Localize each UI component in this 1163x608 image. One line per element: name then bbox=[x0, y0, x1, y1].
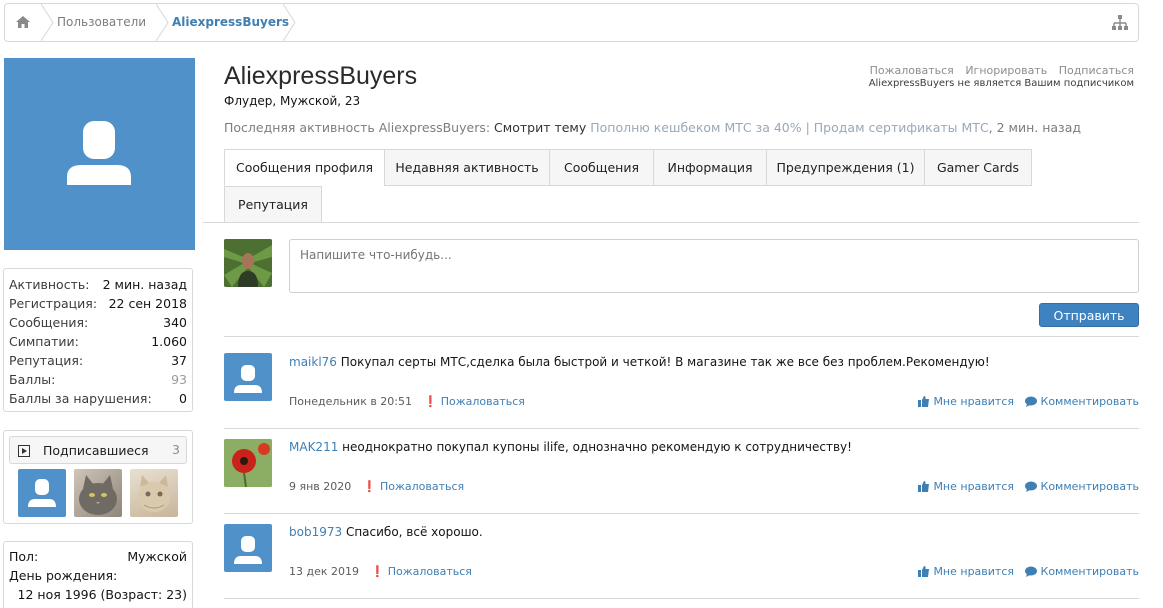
home-icon bbox=[16, 16, 30, 28]
divider bbox=[224, 598, 1139, 599]
message-actions: Мне нравится Комментировать bbox=[918, 395, 1139, 410]
message-actions: Мне нравится Комментировать bbox=[918, 480, 1139, 495]
tab-recent-activity[interactable]: Недавняя активность bbox=[384, 149, 550, 186]
profile-message: MAK211 неоднократно покупал купоны ilife… bbox=[289, 440, 852, 454]
info-birthday-label: День рождения: bbox=[9, 568, 118, 583]
info-birthday: 12 ноя 1996 (Возраст: 23) bbox=[17, 587, 187, 602]
breadcrumb-separator bbox=[283, 4, 297, 41]
current-user-avatar[interactable] bbox=[224, 239, 272, 287]
message-author-link[interactable]: bob1973 bbox=[289, 525, 342, 539]
profile-avatar[interactable] bbox=[4, 58, 195, 250]
subscriber-avatar[interactable] bbox=[18, 469, 66, 517]
message-author-avatar[interactable] bbox=[224, 439, 272, 487]
comment-link[interactable]: Комментировать bbox=[1024, 480, 1139, 495]
subscribers-count: 3 bbox=[172, 442, 180, 457]
stat-likes: Симпатии: 1.060 bbox=[9, 334, 187, 349]
stat-messages: Сообщения: 340 bbox=[9, 315, 187, 330]
report-message-link[interactable]: Пожаловаться bbox=[363, 480, 464, 493]
divider bbox=[224, 428, 1139, 429]
last-activity-thread-link[interactable]: Пополню кешбеком МТС за 40% | Продам сер… bbox=[590, 120, 988, 135]
profile-user-title: Флудер, Мужской, 23 bbox=[224, 94, 361, 108]
tab-gamer-cards[interactable]: Gamer Cards bbox=[924, 149, 1032, 186]
follow-link[interactable]: Подписаться bbox=[1059, 64, 1134, 77]
breadcrumb-separator bbox=[156, 4, 170, 41]
breadcrumb-users[interactable]: Пользователи bbox=[57, 4, 146, 41]
tabs-divider bbox=[203, 222, 1139, 223]
profile-message: maikl76 Покупал серты МТС,сделка была бы… bbox=[289, 355, 990, 369]
message-meta: 13 дек 2019 Пожаловаться bbox=[289, 565, 472, 578]
report-link[interactable]: Пожаловаться bbox=[870, 64, 954, 77]
message-author-link[interactable]: maikl76 bbox=[289, 355, 337, 369]
breadcrumb: Пользователи AliexpressBuyers bbox=[4, 3, 1139, 42]
breadcrumb-separator bbox=[41, 4, 55, 41]
sitemap-icon[interactable] bbox=[1112, 15, 1128, 33]
message-meta: Понедельник в 20:51 Пожаловаться bbox=[289, 395, 525, 408]
comment-link[interactable]: Комментировать bbox=[1024, 395, 1139, 410]
subscriber-avatar[interactable] bbox=[130, 469, 178, 517]
comment-link[interactable]: Комментировать bbox=[1024, 565, 1139, 580]
subscriber-avatar[interactable] bbox=[74, 469, 122, 517]
stat-reputation: Репутация: 37 bbox=[9, 353, 187, 368]
info-gender: Пол: Мужской bbox=[9, 549, 187, 564]
stat-activity: Активность: 2 мин. назад bbox=[9, 277, 187, 292]
profile-username: AliexpressBuyers bbox=[224, 62, 418, 90]
user-silhouette-icon bbox=[67, 121, 131, 185]
report-message-link[interactable]: Пожаловаться bbox=[371, 565, 472, 578]
comment-icon bbox=[1024, 566, 1037, 580]
subscribers-panel: Подписавшиеся 3 bbox=[3, 430, 193, 524]
breadcrumb-current[interactable]: AliexpressBuyers bbox=[172, 4, 289, 41]
profile-message: bob1973 Спасибо, всё хорошо. bbox=[289, 525, 483, 539]
subscribers-title: Подписавшиеся bbox=[43, 443, 149, 458]
tab-profile-posts[interactable]: Сообщения профиля bbox=[224, 149, 385, 186]
submit-post-button[interactable]: Отправить bbox=[1039, 303, 1139, 327]
tab-messages[interactable]: Сообщения bbox=[549, 149, 654, 186]
profile-info: Пол: Мужской День рождения: 12 ноя 1996 (… bbox=[3, 541, 193, 608]
stat-warning-points: Баллы за нарушения: 0 bbox=[9, 391, 187, 406]
profile-stats: Активность: 2 мин. назад Регистрация: 22 с… bbox=[3, 268, 193, 412]
last-activity: Последняя активность AliexpressBuyers: С… bbox=[224, 120, 1081, 135]
message-author-avatar[interactable] bbox=[224, 353, 272, 401]
status-post-input[interactable] bbox=[289, 239, 1139, 293]
divider bbox=[224, 513, 1139, 514]
report-message-link[interactable]: Пожаловаться bbox=[424, 395, 525, 408]
stat-registration: Регистрация: 22 сен 2018 bbox=[9, 296, 187, 311]
message-author-avatar[interactable] bbox=[224, 524, 272, 572]
like-link[interactable]: Мне нравится bbox=[918, 565, 1014, 578]
message-author-link[interactable]: MAK211 bbox=[289, 440, 338, 454]
breadcrumb-home[interactable] bbox=[5, 4, 41, 41]
stat-points: Баллы: 93 bbox=[9, 372, 187, 387]
like-link[interactable]: Мне нравится bbox=[918, 480, 1014, 493]
ignore-link[interactable]: Игнорировать bbox=[965, 64, 1047, 77]
tab-reputation[interactable]: Репутация bbox=[224, 186, 322, 223]
profile-actions: Пожаловаться Игнорировать Подписаться bbox=[862, 64, 1134, 77]
like-link[interactable]: Мне нравится bbox=[918, 395, 1014, 408]
comment-icon bbox=[1024, 481, 1037, 495]
tab-information[interactable]: Информация bbox=[653, 149, 767, 186]
tab-warnings[interactable]: Предупреждения (1) bbox=[766, 149, 925, 186]
thumbs-up-icon bbox=[918, 396, 930, 410]
thumbs-up-icon bbox=[918, 566, 930, 580]
message-meta: 9 янв 2020 Пожаловаться bbox=[289, 480, 464, 493]
message-actions: Мне нравится Комментировать bbox=[918, 565, 1139, 580]
follow-status: AliexpressBuyers не является Вашим подпи… bbox=[868, 78, 1134, 89]
thumbs-up-icon bbox=[918, 481, 930, 495]
divider bbox=[224, 336, 1139, 337]
comment-icon bbox=[1024, 396, 1037, 410]
play-square-icon bbox=[18, 445, 30, 460]
subscribers-header[interactable]: Подписавшиеся 3 bbox=[9, 436, 187, 464]
